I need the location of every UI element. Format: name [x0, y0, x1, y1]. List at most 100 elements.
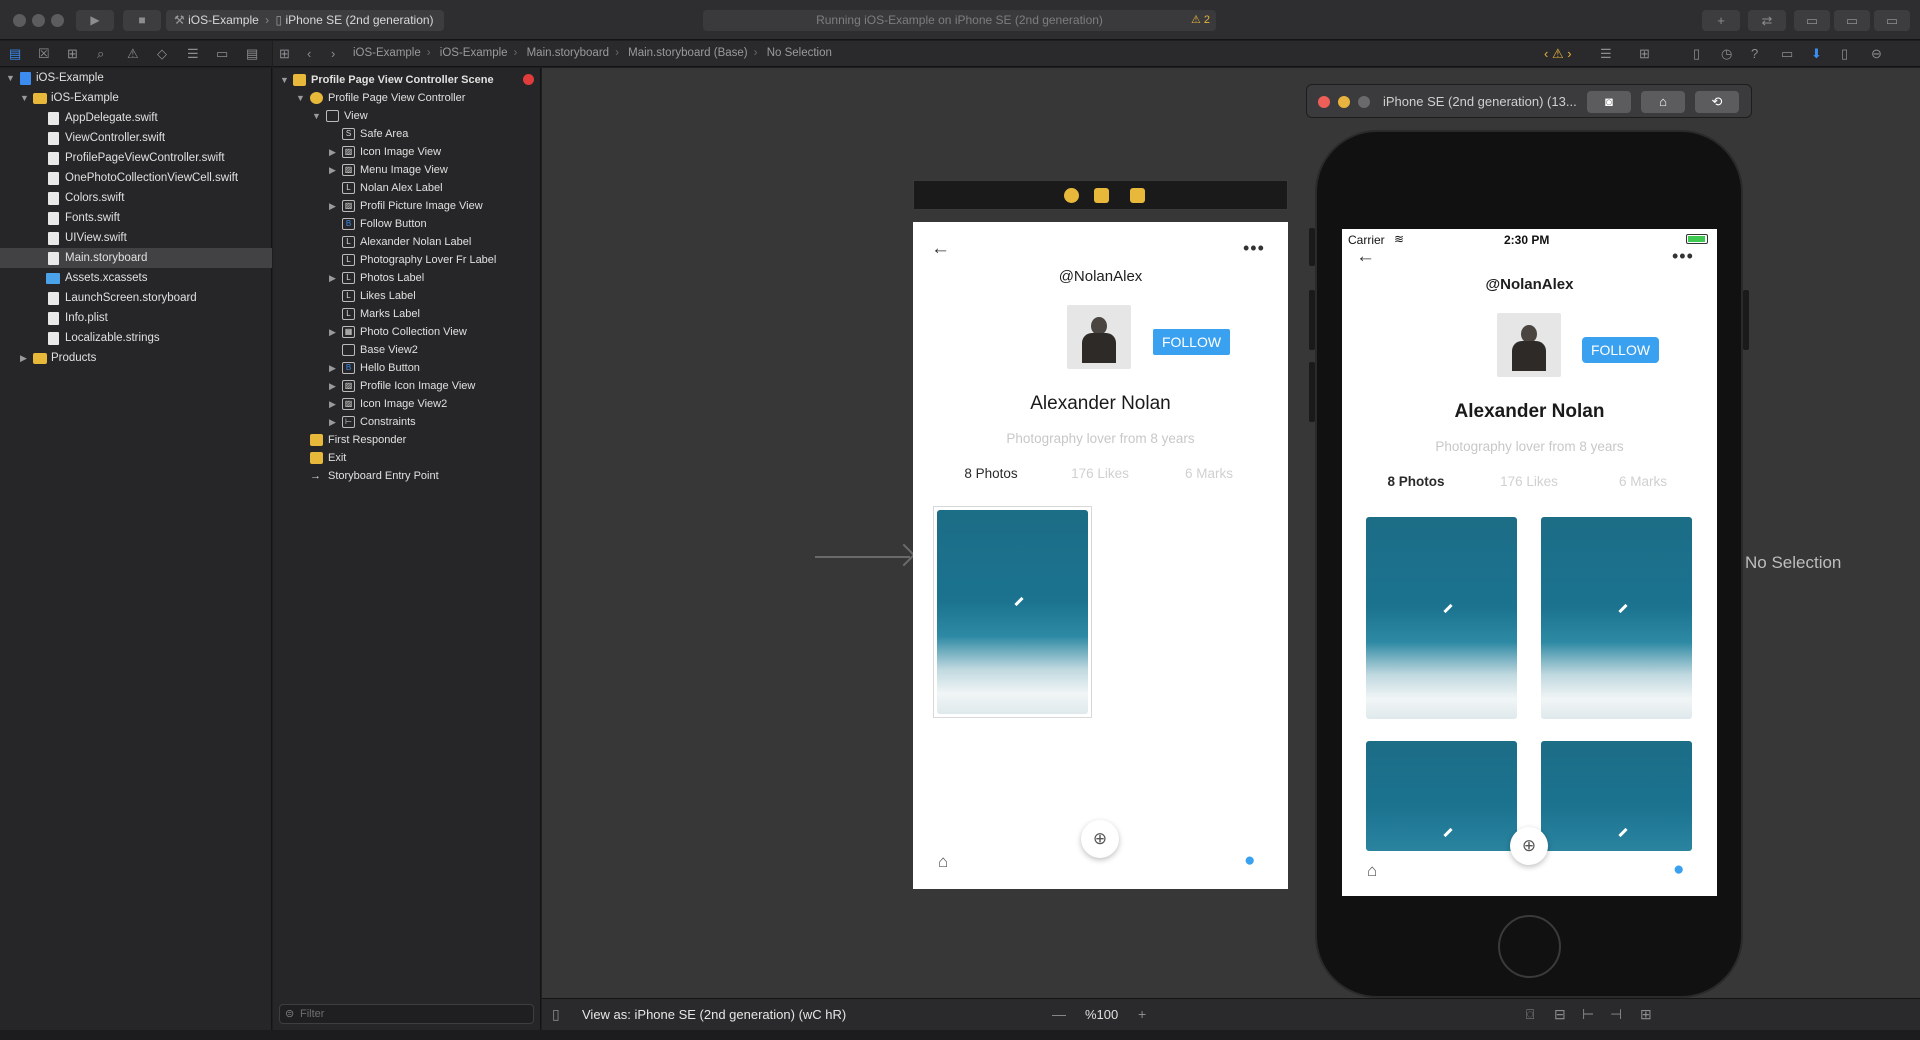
photo-thumbnail[interactable]	[1541, 517, 1692, 719]
likes-label[interactable]: 176 Likes	[1479, 474, 1579, 489]
breadcrumb-item[interactable]: iOS-Example	[353, 47, 421, 59]
disclosure-closed-icon[interactable]: ▶	[329, 197, 336, 215]
entry-point-arrow-icon[interactable]	[815, 556, 910, 558]
align-icon[interactable]: ⊢	[1582, 1006, 1594, 1023]
sim-close-button[interactable]	[1318, 96, 1330, 108]
back-arrow-icon[interactable]: ‹	[307, 46, 311, 61]
embed-in-icon[interactable]: ⊟	[1554, 1006, 1566, 1023]
home-button[interactable]: ⌂	[1641, 91, 1685, 113]
report-icon[interactable]: ▤	[246, 46, 258, 62]
simulator-screen[interactable]: Carrier ≋ 2:30 PM ← ••• @NolanAlex FOLLO…	[1342, 229, 1717, 896]
photos-label[interactable]: 8 Photos	[941, 466, 1041, 481]
home-icon[interactable]: ⌂	[938, 852, 948, 872]
nav-item-file[interactable]: Colors.swift	[0, 188, 272, 208]
rotate-button[interactable]: ⟲	[1695, 91, 1739, 113]
breakpoint-icon[interactable]: ▭	[216, 46, 228, 62]
sim-minimize-button[interactable]	[1338, 96, 1350, 108]
attributes-inspector-icon[interactable]: ⬇	[1811, 46, 1822, 62]
volume-up-button[interactable]	[1309, 290, 1315, 350]
disclosure-open-icon[interactable]: ▼	[280, 71, 289, 89]
photo-thumbnail[interactable]	[1541, 741, 1692, 851]
disclosure-open-icon[interactable]: ▼	[312, 107, 321, 125]
history-inspector-icon[interactable]: ◷	[1721, 46, 1732, 62]
document-outline-toggle-icon[interactable]: ▯	[552, 1006, 560, 1023]
nav-item-group[interactable]: ▼ iOS-Example	[0, 88, 272, 108]
related-items-icon[interactable]: ⊞	[279, 46, 290, 62]
nav-item-file[interactable]: LaunchScreen.storyboard	[0, 288, 272, 308]
zoom-out-icon[interactable]: —	[1052, 1006, 1066, 1022]
error-indicator-icon[interactable]	[523, 74, 534, 85]
more-icon[interactable]: •••	[1243, 238, 1265, 259]
profile-user-icon[interactable]: ●	[1244, 850, 1255, 872]
first-responder-icon[interactable]	[1094, 188, 1109, 203]
nav-item-file[interactable]: Localizable.strings	[0, 328, 272, 348]
nav-item-file[interactable]: Fonts.swift	[0, 208, 272, 228]
disclosure-closed-icon[interactable]: ▶	[329, 323, 336, 341]
back-arrow-icon[interactable]: ←	[931, 238, 950, 260]
profile-user-icon[interactable]: ●	[1673, 859, 1684, 881]
scheme-selector[interactable]: ⚒ iOS-Example › ▯ iPhone SE (2nd generat…	[166, 10, 444, 31]
breadcrumb-item[interactable]: Main.storyboard (Base)	[628, 47, 748, 59]
photos-label[interactable]: 8 Photos	[1366, 474, 1466, 489]
exit-icon[interactable]	[1130, 188, 1145, 203]
toggle-navigator-button[interactable]: ▭	[1794, 10, 1830, 31]
add-button[interactable]: ⊕	[1081, 820, 1119, 858]
screenshot-button[interactable]: ◙	[1587, 91, 1631, 113]
disclosure-closed-icon[interactable]: ▶	[20, 348, 27, 368]
folder-icon[interactable]: ▤	[9, 46, 21, 62]
nav-item-file[interactable]: AppDelegate.swift	[0, 108, 272, 128]
photo-thumbnail[interactable]	[1366, 517, 1517, 719]
breadcrumb-item[interactable]: iOS-Example	[440, 47, 508, 59]
run-button[interactable]: ▶	[76, 10, 114, 31]
nav-item-group[interactable]: ▶ Products	[0, 348, 272, 368]
issue-icon[interactable]: ⚠	[127, 46, 139, 62]
nav-item-file[interactable]: ProfilePageViewController.swift	[0, 148, 272, 168]
disclosure-closed-icon[interactable]: ▶	[329, 161, 336, 179]
photo-thumbnail[interactable]	[937, 510, 1088, 714]
close-window-button[interactable]	[13, 14, 26, 27]
volume-down-button[interactable]	[1309, 362, 1315, 422]
toggle-inspector-button[interactable]: ▭	[1874, 10, 1910, 31]
nav-item-file[interactable]: OnePhotoCollectionViewCell.swift	[0, 168, 272, 188]
nav-item-file[interactable]: Info.plist	[0, 308, 272, 328]
home-icon[interactable]: ⌂	[1367, 861, 1377, 881]
editor-options-icon[interactable]: ☰	[1600, 46, 1612, 62]
update-frames-icon[interactable]: ⌼	[1526, 1006, 1534, 1023]
marks-label[interactable]: 6 Marks	[1593, 474, 1693, 489]
breadcrumb-item[interactable]: No Selection	[767, 47, 832, 59]
nav-item-file[interactable]: UIView.swift	[0, 228, 272, 248]
device-home-button[interactable]	[1498, 915, 1561, 978]
disclosure-closed-icon[interactable]: ▶	[329, 269, 336, 287]
likes-label[interactable]: 176 Likes	[1050, 466, 1150, 481]
disclosure-closed-icon[interactable]: ▶	[329, 413, 336, 431]
disclosure-closed-icon[interactable]: ▶	[329, 359, 336, 377]
follow-button[interactable]: FOLLOW	[1153, 329, 1230, 355]
forward-arrow-icon[interactable]: ›	[331, 46, 335, 61]
back-arrow-icon[interactable]: ←	[1356, 246, 1375, 268]
marks-label[interactable]: 6 Marks	[1159, 466, 1259, 481]
nav-item-project[interactable]: ▼ iOS-Example	[0, 68, 272, 88]
code-review-button[interactable]: ⇄	[1748, 10, 1786, 31]
breadcrumb-item[interactable]: Main.storyboard	[527, 47, 609, 59]
zoom-window-button[interactable]	[51, 14, 64, 27]
library-button[interactable]: +	[1702, 10, 1740, 31]
nav-item-file-selected[interactable]: Main.storyboard	[0, 248, 272, 268]
symbol-icon[interactable]: ⊞	[67, 46, 78, 62]
help-inspector-icon[interactable]: ?	[1751, 46, 1758, 61]
size-inspector-icon[interactable]: ▯	[1841, 46, 1848, 62]
scene-dock[interactable]	[913, 180, 1288, 210]
storyboard-view-controller[interactable]: ← ••• @NolanAlex FOLLOW Alexander Nolan …	[913, 222, 1288, 889]
minimize-window-button[interactable]	[32, 14, 45, 27]
disclosure-closed-icon[interactable]: ▶	[329, 143, 336, 161]
nav-item-file[interactable]: ViewController.swift	[0, 128, 272, 148]
follow-button[interactable]: FOLLOW	[1582, 337, 1659, 363]
connections-inspector-icon[interactable]: ⊖	[1871, 46, 1882, 62]
view-as-device-button[interactable]: View as: iPhone SE (2nd generation) (wC …	[582, 1007, 846, 1022]
mute-switch[interactable]	[1309, 228, 1315, 266]
issue-navigation-icon[interactable]: ‹ ⚠ ›	[1544, 46, 1572, 62]
file-inspector-icon[interactable]: ▯	[1693, 46, 1700, 62]
warning-indicator[interactable]: ⚠ 2	[1191, 10, 1210, 31]
stop-button[interactable]: ■	[123, 10, 161, 31]
photo-thumbnail[interactable]	[1366, 741, 1517, 851]
disclosure-open-icon[interactable]: ▼	[20, 88, 29, 108]
